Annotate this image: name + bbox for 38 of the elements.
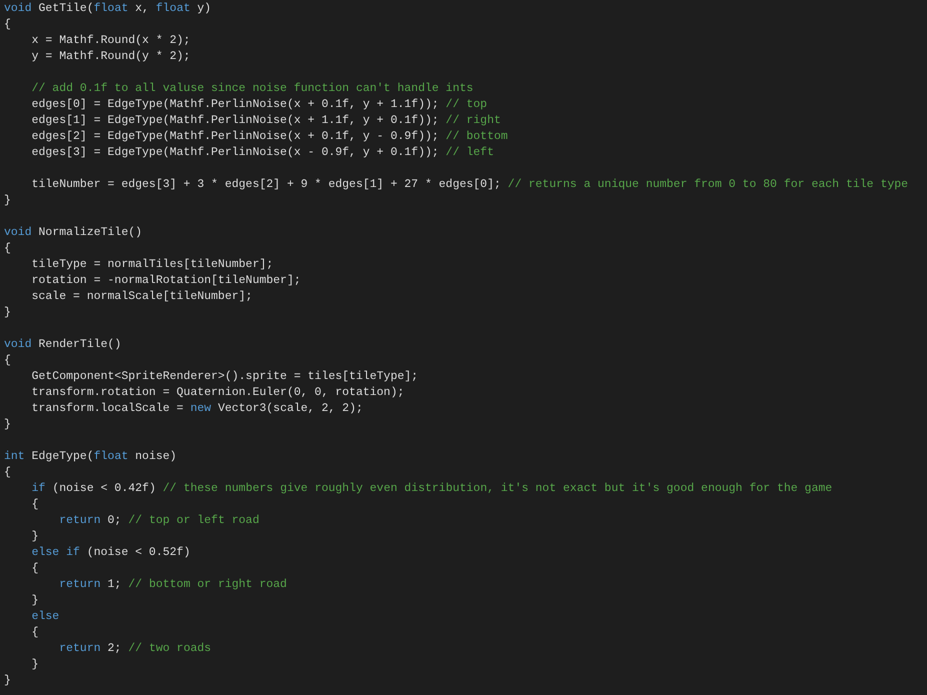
code-line: int EdgeType(float noise) [4, 449, 177, 465]
code-line: edges[2] = EdgeType(Mathf.PerlinNoise(x + 0.1f, y - 0.9f)); // bottom [30, 129, 508, 145]
code-line: // add 0.1f to all valuse since noise function can't handle ints [30, 81, 474, 97]
code-line: tileNumber = edges[3] + 3 * edges[2] + 9 * edges[1] + 27 * edges[0]; // returns a unique number from 0 to 80 for each tile type [30, 177, 908, 193]
code-line: } [30, 529, 39, 545]
code-line: { [4, 465, 11, 481]
code-line: tileType = normalTiles[tileNumber]; [30, 257, 274, 273]
code-line: return 1; // bottom or right road [58, 577, 287, 593]
code-line: void NormalizeTile() [4, 225, 142, 241]
code-line: transform.localScale = new Vector3(scale, 2, 2); [30, 401, 363, 417]
code-line: { [4, 17, 11, 33]
code-line: { [4, 241, 11, 257]
code-line: { [30, 497, 39, 513]
code-line: void RenderTile() [4, 337, 122, 353]
code-line: void GetTile(float x, float y) [4, 1, 212, 17]
code-line: y = Mathf.Round(y * 2); [30, 49, 190, 65]
code-line: GetComponent<SpriteRenderer>().sprite = tiles[tileType]; [30, 369, 418, 385]
code-line: return 0; // top or left road [58, 513, 260, 529]
code-line: } [4, 417, 11, 433]
code-line: } [30, 593, 39, 609]
code-line: transform.rotation = Quaternion.Euler(0, 0, rotation); [30, 385, 404, 401]
code-line: } [4, 673, 11, 689]
code-line: if (noise < 0.42f) // these numbers give roughly even distribution, it's not exact but it's good enough for the game [30, 481, 832, 497]
code-line: else [30, 609, 60, 625]
code-line: rotation = -normalRotation[tileNumber]; [30, 273, 301, 289]
code-line: { [30, 625, 39, 641]
code-line: } [4, 193, 11, 209]
code-line: return 2; // two roads [58, 641, 212, 657]
code-line: { [30, 561, 39, 577]
code-line: edges[3] = EdgeType(Mathf.PerlinNoise(x - 0.9f, y + 0.1f)); // left [30, 145, 494, 161]
code-line: } [4, 305, 11, 321]
code-line: edges[0] = EdgeType(Mathf.PerlinNoise(x + 0.1f, y + 1.1f)); // top [30, 97, 488, 113]
code-line: } [30, 657, 39, 673]
code-line: else if (noise < 0.52f) [30, 545, 190, 561]
code-line: scale = normalScale[tileNumber]; [30, 289, 252, 305]
code-line: edges[1] = EdgeType(Mathf.PerlinNoise(x + 1.1f, y + 0.1f)); // right [30, 113, 501, 129]
code-line: x = Mathf.Round(x * 2); [30, 33, 190, 49]
code-line: { [4, 353, 11, 369]
